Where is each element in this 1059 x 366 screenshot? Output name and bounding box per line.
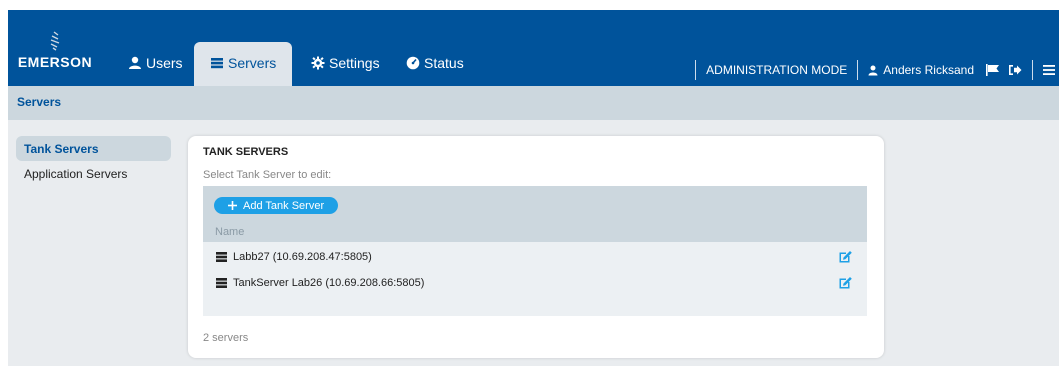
emerson-logo[interactable]: EMERSON	[16, 30, 94, 76]
nav-servers[interactable]: Servers	[194, 42, 293, 86]
admin-mode-indicator[interactable]: ADMINISTRATION MODE	[706, 63, 847, 77]
divider	[857, 60, 859, 80]
dashboard-icon	[406, 56, 420, 70]
plus-icon	[228, 201, 237, 210]
nav-users-label: Users	[146, 55, 183, 71]
nav-status-label: Status	[424, 55, 464, 71]
header-tools: ADMINISTRATION MODE Anders Ricksand	[685, 58, 1059, 82]
divider	[695, 60, 697, 80]
add-tank-server-label: Add Tank Server	[243, 199, 325, 212]
sign-out-icon[interactable]	[1008, 64, 1022, 76]
sidebar-item-label: Tank Servers	[24, 142, 99, 156]
panel-title: TANK SERVERS	[203, 146, 289, 158]
table-row[interactable]: Labb27 (10.69.208.47:5805)	[203, 244, 867, 270]
current-user-name[interactable]: Anders Ricksand	[883, 63, 974, 77]
breadcrumb-bar: Servers	[8, 86, 1059, 120]
breadcrumb: Servers	[17, 95, 62, 109]
column-header-name: Name	[215, 226, 245, 238]
table-row[interactable]: TankServer Lab26 (10.69.208.66:5805)	[203, 270, 867, 296]
divider	[1032, 60, 1033, 80]
sidebar-item-application-servers[interactable]: Application Servers	[16, 161, 171, 186]
server-list: Add Tank Server Name Labb27 (10.69.208.4…	[203, 186, 867, 316]
emerson-mark-icon	[50, 31, 60, 51]
nav-settings[interactable]: Settings	[311, 55, 380, 86]
tank-servers-panel: TANK SERVERS Select Tank Server to edit:…	[188, 136, 884, 358]
gear-icon	[311, 56, 325, 70]
nav-servers-label: Servers	[228, 55, 277, 71]
top-bar: EMERSON Users Servers Settings Status AD…	[8, 10, 1059, 86]
server-count: 2 servers	[203, 332, 249, 344]
sidebar-item-tank-servers[interactable]: Tank Servers	[16, 136, 171, 161]
server-icon	[211, 58, 223, 69]
nav-status[interactable]: Status	[406, 55, 464, 86]
app-frame: EMERSON Users Servers Settings Status AD…	[8, 10, 1059, 366]
server-name: TankServer Lab26 (10.69.208.66:5805)	[233, 277, 425, 289]
sidebar-item-label: Application Servers	[24, 167, 128, 181]
server-name: Labb27 (10.69.208.47:5805)	[233, 251, 372, 263]
flag-icon[interactable]	[986, 64, 1000, 76]
edit-icon[interactable]	[838, 275, 853, 290]
nav-settings-label: Settings	[329, 55, 380, 71]
panel-subtitle: Select Tank Server to edit:	[203, 169, 332, 181]
server-icon	[216, 278, 227, 288]
nav-users[interactable]: Users	[128, 55, 183, 86]
server-icon	[216, 252, 227, 262]
user-icon	[868, 65, 878, 76]
menu-icon[interactable]	[1043, 64, 1055, 76]
user-icon	[129, 56, 141, 69]
brand-name: EMERSON	[17, 54, 93, 70]
add-tank-server-button[interactable]: Add Tank Server	[214, 197, 339, 214]
list-header: Add Tank Server Name	[203, 186, 867, 242]
edit-icon[interactable]	[838, 249, 853, 264]
